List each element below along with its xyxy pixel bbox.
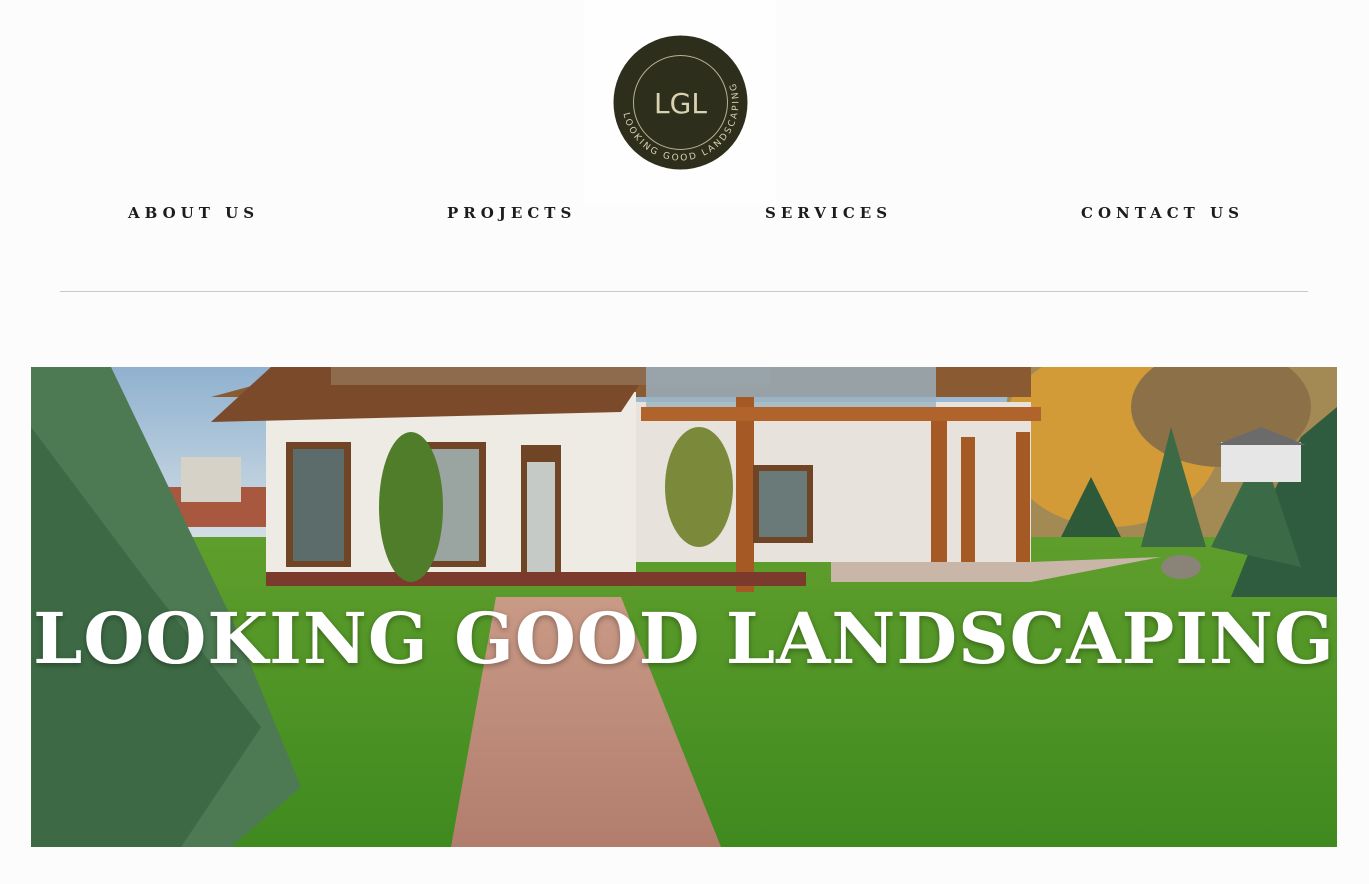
logo-monogram: LGL [654, 87, 707, 120]
hero-title: LOOKING GOOD LANDSCAPING [33, 596, 1335, 680]
hero-banner: LOOKING GOOD LANDSCAPING [31, 367, 1337, 847]
nav-projects[interactable]: PROJECTS [447, 204, 576, 222]
header-divider [60, 291, 1308, 292]
nav-services[interactable]: SERVICES [765, 204, 892, 222]
nav-about-us[interactable]: ABOUT US [128, 204, 259, 222]
nav-contact-us[interactable]: CONTACT US [1081, 204, 1244, 222]
site-logo[interactable]: LOOKING GOOD LANDSCAPING LGL [613, 35, 748, 170]
